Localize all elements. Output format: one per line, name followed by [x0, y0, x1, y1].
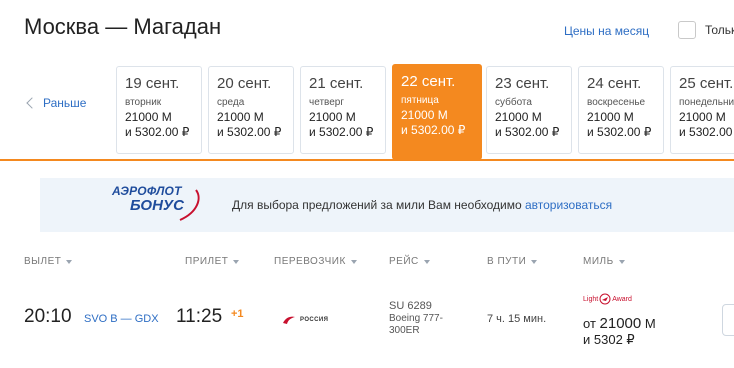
col-departure[interactable]: ВЫЛЕТ [24, 256, 73, 267]
weekday-label: среда [217, 97, 245, 108]
sort-arrow-icon [531, 259, 538, 264]
price-miles-value: 21000 [599, 315, 642, 332]
earlier-dates-link[interactable]: Раньше [26, 96, 87, 110]
award-logo-right: Award [612, 295, 632, 303]
weekday-label: вторник [125, 97, 162, 108]
rub-value: и 5302.00 ₽ [309, 125, 374, 139]
sort-arrow-icon [66, 259, 73, 264]
date-card-23[interactable]: 23 сент. суббота 21000 М и 5302.00 ₽ [486, 66, 572, 154]
col-arrival[interactable]: ПРИЛЕТ [185, 256, 240, 267]
price-miles: от 21000 М [583, 315, 656, 332]
flight-duration: 7 ч. 15 мин. [487, 313, 547, 325]
miles-value: 21000 [495, 110, 529, 124]
date-label: 21 сент. [309, 75, 364, 92]
sort-arrow-icon [423, 259, 430, 264]
miles-value: 21000 [125, 110, 159, 124]
date-card-22-selected[interactable]: 22 сент. пятница 21000 М и 5302.00 ₽ [392, 64, 482, 160]
price-rub: и 5302 ₽ [583, 332, 635, 347]
only-direct-label[interactable]: Тольк [705, 23, 734, 37]
arrival-time: 11:25 [176, 306, 223, 327]
date-label: 24 сент. [587, 75, 642, 92]
bonus-message: Для выбора предложений за мили Вам необх… [232, 198, 612, 212]
miles-value: 21000 [587, 110, 621, 124]
aeroflot-bonus-logo: АЭРОФЛОТ БОНУС [110, 184, 214, 224]
miles-icon: М [161, 110, 172, 124]
miles-value: 21000 [679, 110, 713, 124]
rub-value: и 5302.00 ₽ [495, 125, 560, 139]
chevron-left-icon [26, 97, 38, 109]
col-carrier[interactable]: ПЕРЕВОЗЧИК [274, 256, 357, 267]
col-flight[interactable]: РЕЙС [389, 256, 430, 267]
date-card-25[interactable]: 25 сент. понедельник 21000 М и 5302.00 ₽ [670, 66, 734, 154]
rub-value: и 5302.00 ₽ [401, 123, 466, 137]
sort-arrow-icon [618, 259, 625, 264]
route-airports-link[interactable]: SVO B — GDX [84, 313, 159, 325]
date-label: 20 сент. [217, 75, 272, 92]
weekday-label: суббота [495, 97, 532, 108]
sort-arrow-icon [233, 259, 240, 264]
date-label: 19 сент. [125, 75, 180, 92]
route-title: Москва — Магадан [24, 14, 222, 39]
logo-swoosh-icon [179, 189, 200, 221]
miles-icon: М [437, 108, 448, 122]
award-logo-left: Light [583, 295, 599, 303]
col-miles-label: МИЛЬ [583, 256, 614, 267]
weekday-label: пятница [401, 95, 439, 106]
date-label: 25 сент. [679, 75, 734, 92]
rub-value: и 5302.00 ₽ [217, 125, 282, 139]
flight-number: SU 6289 [389, 300, 432, 312]
date-card-24[interactable]: 24 сент. воскресенье 21000 М и 5302.00 ₽ [578, 66, 664, 154]
next-day-badge: +1 [231, 308, 244, 320]
col-carrier-label: ПЕРЕВОЗЧИК [274, 256, 346, 267]
miles-icon: М [623, 110, 634, 124]
date-label: 23 сент. [495, 75, 550, 92]
date-card-21[interactable]: 21 сент. четверг 21000 М и 5302.00 ₽ [300, 66, 386, 154]
miles-icon: М [715, 110, 726, 124]
date-card-19[interactable]: 19 сент. вторник 21000 М и 5302.00 ₽ [116, 66, 202, 154]
carrier-name: РОССИЯ [300, 317, 329, 323]
weekday-label: четверг [309, 97, 344, 108]
rub-value: и 5302.00 ₽ [679, 125, 734, 139]
date-card-20[interactable]: 20 сент. среда 21000 М и 5302.00 ₽ [208, 66, 294, 154]
departure-time: 20:10 [24, 306, 72, 327]
miles-icon: М [253, 110, 264, 124]
miles-value: 21000 [401, 108, 435, 122]
col-arrival-label: ПРИЛЕТ [185, 256, 229, 267]
miles-icon: М [531, 110, 542, 124]
light-award-logo: Light Award [583, 291, 632, 307]
aircraft-type: Boeing 777-300ER [389, 313, 443, 336]
only-direct-filter[interactable]: Тольк [678, 21, 734, 39]
weekday-label: воскресенье [587, 97, 646, 108]
earlier-label: Раньше [43, 96, 87, 110]
rossiya-carrier-logo: РОССИЯ [282, 312, 338, 328]
bonus-banner: АЭРОФЛОТ БОНУС Для выбора предложений за… [40, 178, 734, 232]
award-plane-icon [599, 293, 611, 305]
miles-icon: М [345, 110, 356, 124]
col-flight-label: РЕЙС [389, 256, 419, 267]
miles-icon: М [644, 316, 656, 331]
month-prices-link[interactable]: Цены на месяц [564, 24, 649, 38]
col-miles[interactable]: МИЛЬ [583, 256, 625, 267]
col-duration[interactable]: В ПУТИ [487, 256, 538, 267]
rub-value: и 5302.00 ₽ [125, 125, 190, 139]
sort-arrow-icon [350, 259, 357, 264]
only-direct-checkbox[interactable] [678, 21, 696, 39]
rossiya-bird-icon [283, 316, 295, 324]
rub-value: и 5302.00 ₽ [587, 125, 652, 139]
login-link[interactable]: авторизоваться [525, 198, 612, 212]
col-departure-label: ВЫЛЕТ [24, 256, 62, 267]
miles-value: 21000 [309, 110, 343, 124]
select-fare-button[interactable] [722, 304, 734, 336]
selected-date-divider [0, 159, 734, 161]
col-duration-label: В ПУТИ [487, 256, 527, 267]
miles-value: 21000 [217, 110, 251, 124]
date-label: 22 сент. [401, 73, 456, 90]
weekday-label: понедельник [679, 97, 734, 108]
price-prefix: от [583, 316, 596, 331]
bonus-message-text: Для выбора предложений за мили Вам необх… [232, 198, 525, 212]
